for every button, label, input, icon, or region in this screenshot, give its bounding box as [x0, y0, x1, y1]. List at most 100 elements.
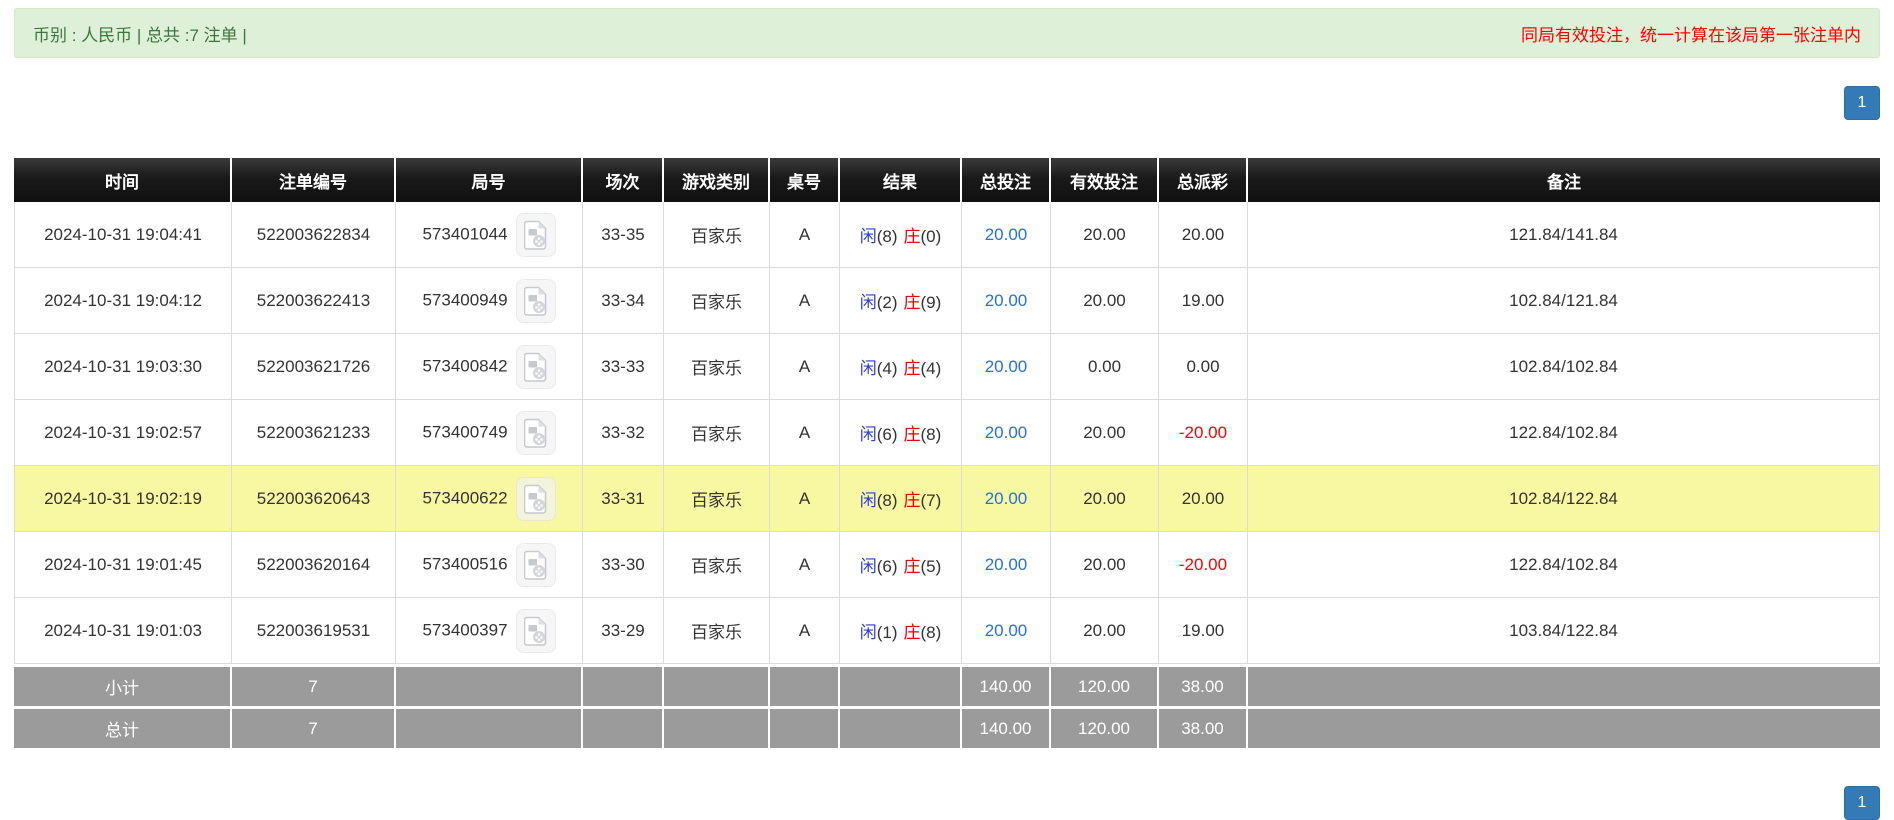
- cell-remark: 102.84/102.84: [1248, 334, 1880, 400]
- result-banker-label: 庄: [904, 359, 921, 378]
- cell-total-bet: 20.00: [962, 466, 1051, 532]
- cell-table-no: A: [770, 598, 840, 664]
- cell-payout: -20.00: [1159, 532, 1248, 598]
- cell-bet-id: 522003621726: [232, 334, 396, 400]
- cell-game-type: 百家乐: [664, 334, 770, 400]
- cell-time: 2024-10-31 19:04:12: [14, 268, 232, 334]
- cell-session: 33-35: [583, 202, 664, 268]
- video-replay-button[interactable]: [516, 609, 556, 653]
- total-bet-link[interactable]: 20.00: [985, 423, 1028, 442]
- cell-round: 573400842: [396, 334, 583, 400]
- cell-game-type: 百家乐: [664, 400, 770, 466]
- page-button-1-bottom[interactable]: 1: [1844, 786, 1880, 820]
- film-document-icon: [524, 220, 548, 250]
- total-bet-link[interactable]: 20.00: [985, 225, 1028, 244]
- round-number: 573400622: [422, 488, 507, 507]
- cell-remark: 102.84/121.84: [1248, 268, 1880, 334]
- total-bet-link[interactable]: 20.00: [985, 357, 1028, 376]
- cell-round: 573400622: [396, 466, 583, 532]
- cell-round: 573400397: [396, 598, 583, 664]
- cell-bet-id: 522003619531: [232, 598, 396, 664]
- cell-result: 闲(6)庄(5): [840, 532, 962, 598]
- cell-result: 闲(8)庄(0): [840, 202, 962, 268]
- round-number: 573400949: [422, 290, 507, 309]
- cell-result: 闲(6)庄(8): [840, 400, 962, 466]
- table-row: 2024-10-31 19:01:03 522003619531 5734003…: [14, 598, 1880, 664]
- cell-time: 2024-10-31 19:03:30: [14, 334, 232, 400]
- result-banker-label: 庄: [904, 491, 921, 510]
- cell-game-type: 百家乐: [664, 202, 770, 268]
- table-row: 2024-10-31 19:04:41 522003622834 5734010…: [14, 202, 1880, 268]
- cell-total-bet: 20.00: [962, 334, 1051, 400]
- cell-game-type: 百家乐: [664, 466, 770, 532]
- result-banker-label: 庄: [904, 293, 921, 312]
- cell-table-no: A: [770, 334, 840, 400]
- cell-remark: 102.84/122.84: [1248, 466, 1880, 532]
- film-document-icon: [524, 352, 548, 382]
- total-bet-link[interactable]: 20.00: [985, 555, 1028, 574]
- cell-session: 33-29: [583, 598, 664, 664]
- cell-payout: 20.00: [1159, 466, 1248, 532]
- cell-payout: -20.00: [1159, 400, 1248, 466]
- cell-bet-id: 522003621233: [232, 400, 396, 466]
- cell-session: 33-34: [583, 268, 664, 334]
- pagination-bottom: 1: [14, 786, 1880, 820]
- cell-remark: 103.84/122.84: [1248, 598, 1880, 664]
- total-row: 总计 7 140.00 120.00 38.00: [14, 706, 1880, 748]
- cell-result: 闲(4)庄(4): [840, 334, 962, 400]
- header-total-bet: 总投注: [962, 158, 1051, 202]
- table-row: 2024-10-31 19:04:12 522003622413 5734009…: [14, 268, 1880, 334]
- cell-valid-bet: 20.00: [1051, 598, 1159, 664]
- round-number: 573401044: [422, 224, 507, 243]
- cell-total-bet: 20.00: [962, 400, 1051, 466]
- cell-game-type: 百家乐: [664, 268, 770, 334]
- cell-game-type: 百家乐: [664, 598, 770, 664]
- video-replay-button[interactable]: [516, 213, 556, 257]
- subtotal-count: 7: [232, 664, 396, 706]
- result-player-score: (8): [877, 227, 898, 246]
- subtotal-row: 小计 7 140.00 120.00 38.00: [14, 664, 1880, 706]
- cell-remark: 122.84/102.84: [1248, 532, 1880, 598]
- cell-round: 573400749: [396, 400, 583, 466]
- cell-time: 2024-10-31 19:04:41: [14, 202, 232, 268]
- total-bet-link[interactable]: 20.00: [985, 621, 1028, 640]
- header-table-no: 桌号: [770, 158, 840, 202]
- cell-round: 573401044: [396, 202, 583, 268]
- cell-round: 573400949: [396, 268, 583, 334]
- video-replay-button[interactable]: [516, 411, 556, 455]
- cell-total-bet: 20.00: [962, 202, 1051, 268]
- total-bet-link[interactable]: 20.00: [985, 291, 1028, 310]
- cell-table-no: A: [770, 268, 840, 334]
- result-player-label: 闲: [860, 227, 877, 246]
- cell-payout: 0.00: [1159, 334, 1248, 400]
- cell-total-bet: 20.00: [962, 598, 1051, 664]
- cell-bet-id: 522003622413: [232, 268, 396, 334]
- result-player-score: (4): [877, 359, 898, 378]
- result-player-score: (6): [877, 425, 898, 444]
- total-label: 总计: [14, 706, 232, 748]
- cell-session: 33-30: [583, 532, 664, 598]
- cell-bet-id: 522003620164: [232, 532, 396, 598]
- total-bet-link[interactable]: 20.00: [985, 489, 1028, 508]
- header-remark: 备注: [1248, 158, 1880, 202]
- video-replay-button[interactable]: [516, 345, 556, 389]
- cell-time: 2024-10-31 19:02:57: [14, 400, 232, 466]
- bet-records-table: 时间 注单编号 局号 场次 游戏类别 桌号 结果 总投注 有效投注 总派彩 备注…: [14, 158, 1880, 748]
- header-time: 时间: [14, 158, 232, 202]
- result-banker-score: (5): [921, 557, 942, 576]
- result-banker-score: (4): [921, 359, 942, 378]
- cell-time: 2024-10-31 19:01:03: [14, 598, 232, 664]
- result-banker-score: (8): [921, 425, 942, 444]
- cell-bet-id: 522003622834: [232, 202, 396, 268]
- video-replay-button[interactable]: [516, 543, 556, 587]
- film-document-icon: [524, 418, 548, 448]
- video-replay-button[interactable]: [516, 477, 556, 521]
- result-player-label: 闲: [860, 359, 877, 378]
- table-row: 2024-10-31 19:02:19 522003620643 5734006…: [14, 466, 1880, 532]
- cell-payout: 20.00: [1159, 202, 1248, 268]
- video-replay-button[interactable]: [516, 279, 556, 323]
- page-button-1[interactable]: 1: [1844, 86, 1880, 120]
- header-session: 场次: [583, 158, 664, 202]
- film-document-icon: [524, 550, 548, 580]
- result-banker-label: 庄: [904, 227, 921, 246]
